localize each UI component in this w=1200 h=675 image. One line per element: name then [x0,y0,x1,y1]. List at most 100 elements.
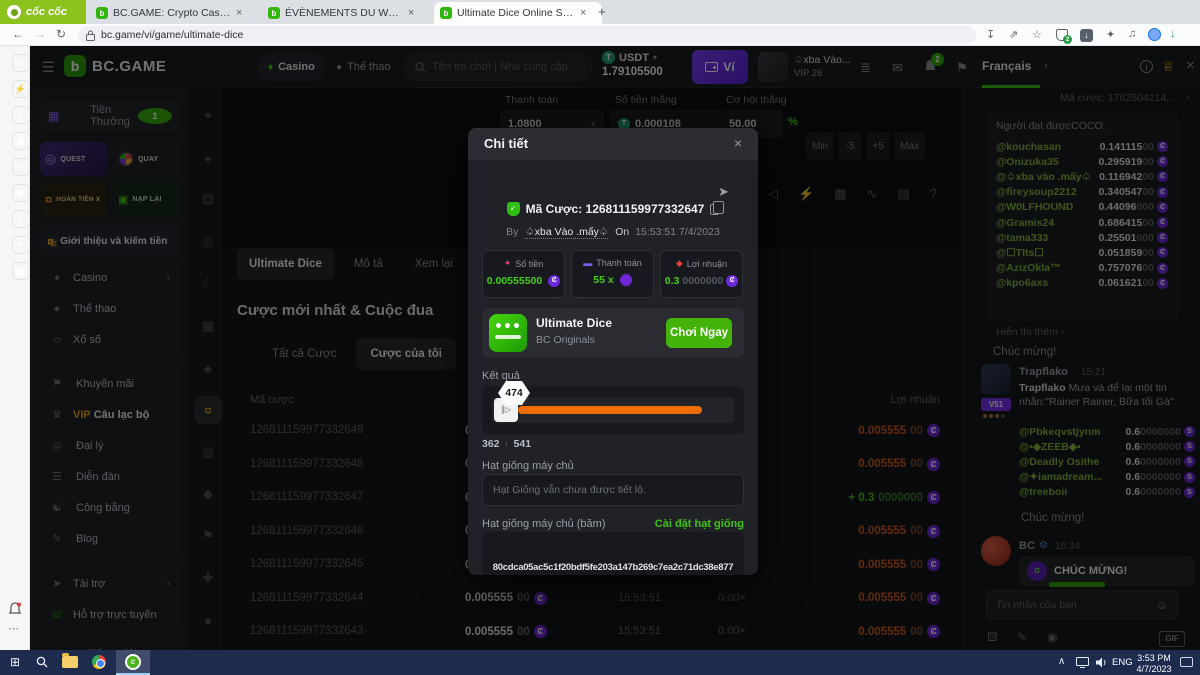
adblock-shield-icon[interactable]: 2 [1056,29,1072,44]
seed-hash-value: 80cdca05ac5c1f20bdf5fe203a147b269c7ea2c7… [492,562,734,573]
tab-close-icon[interactable]: × [236,7,242,19]
rail-shortcut-icon[interactable]: ▤ [11,262,30,280]
more-options-icon[interactable]: ⋯ [8,622,19,635]
bet-username-link[interactable]: ♤xba Vào .mấy♤ [525,226,609,239]
result-box: ∥▷ 474 [482,381,744,434]
modal-close-icon[interactable]: × [734,135,742,151]
chrome-icon[interactable] [92,655,106,669]
seed-settings-link[interactable]: Cài đặt hạt giống [618,518,744,530]
tray-expand-icon[interactable]: ∧ [1058,656,1065,667]
new-tab-button[interactable]: + [598,4,606,19]
bookmark-star-icon[interactable]: ☆ [1032,28,1042,41]
game-card: Ultimate Dice BC Originals Chơi Ngay [482,308,744,358]
bet-by-row: By ♤xba Vào .mấy♤ On 15:53:51 7/4/2023 [506,226,720,239]
bell-icon[interactable] [8,602,22,616]
clock[interactable]: 3:53 PM 4/7/2023 [1130,653,1178,675]
stat-icon: ✦ [503,258,512,268]
share-icon[interactable]: ➤ [718,184,729,200]
action-center-icon[interactable] [1180,657,1193,667]
rail-shortcut-icon[interactable]: f [11,210,30,228]
browser-tab[interactable]: b Ultimate Dice Online Slot - P × [434,2,602,24]
network-icon[interactable] [1076,657,1089,668]
seed-hash-box: 80cdca05ac5c1f20bdf5fe203a147b269c7ea2c7… [482,532,744,575]
adblock-badge: 2 [1063,35,1072,44]
coccoc-side-rail: ↺ ⚡ Z ◉ + ▶ f ✦ ▤ ⋯ [0,46,30,650]
result-slider-track: ∥▷ 474 [492,381,734,423]
lock-icon [86,30,95,41]
stat-card: ▬ Thanh toán 55 x [571,250,654,298]
coccoc-taskbar-icon[interactable]: c [116,650,150,675]
save-page-icon[interactable]: ↧ [986,28,995,41]
coin-icon: Ȼ [548,275,561,287]
tab-title: BC.GAME: Crypto Casino Gam [113,7,231,19]
stat-icon: ▬ [583,258,593,268]
result-label: Kết quả [482,370,520,382]
coccoc-brand-label: cốc cốc [26,6,67,18]
browser-tab[interactable]: b ÉVÈNEMENTS DU WEEK-END × [262,2,430,24]
bet-details-modal: Chi tiết × ➤ ✓ Mã Cược: 1268111599773326… [468,128,758,575]
bet-stats: ✦ Số tiền 0.00555500 Ȼ ▬ Thanh toán 55 x… [482,250,744,298]
ultimate-dice-icon [489,314,527,352]
page-viewport: ☰ b BC.GAME ♦ Casino ● Thể thao T USDT ▾ [30,46,1200,650]
reload-button[interactable]: ↻ [56,27,66,41]
bet-datetime: 15:53:51 7/4/2023 [635,226,720,238]
tab-favicon: b [96,7,108,19]
stat-icon: ◆ [675,258,683,268]
coccoc-menu-button[interactable]: cốc cốc [0,0,86,24]
verified-shield-icon: ✓ [506,202,520,216]
start-button[interactable]: ⊞ [10,655,20,669]
coin-icon [619,274,632,286]
rail-shortcut-icon[interactable]: + [11,158,30,176]
stat-card: ◆ Lợi nhuận 0.3 0000000 Ȼ [660,250,743,298]
browser-tab[interactable]: b BC.GAME: Crypto Casino Gam × [90,2,258,24]
play-now-button[interactable]: Chơi Ngay [666,318,732,348]
coccoc-rail-icons: ↺ ⚡ Z ◉ + ▶ f ✦ ▤ [0,54,30,280]
browser-toolbar: ← → ↻ bc.game/vi/game/ultimate-dice ↧ ⇗ … [0,24,1200,46]
screen: cốc cốc b BC.GAME: Crypto Casino Gam × b… [0,0,1200,675]
server-seed-label: Hạt giống máy chủ [482,460,574,472]
extensions-puzzle-icon[interactable]: ✦ [1106,28,1115,41]
tab-title: ÉVÈNEMENTS DU WEEK-END [285,7,403,19]
forward-button[interactable]: → [34,27,46,41]
url-text: bc.game/vi/game/ultimate-dice [101,29,244,41]
rail-shortcut-icon[interactable]: ✦ [11,236,30,254]
rail-shortcut-icon[interactable]: Z [11,106,30,124]
file-explorer-icon[interactable] [62,653,78,668]
windows-taskbar: ⊞ c ∧ ENG 3:53 PM 4/7/2023 [0,650,1200,675]
back-button[interactable]: ← [12,27,24,41]
tab-favicon: b [440,7,452,19]
tab-favicon: b [268,7,280,19]
copy-icon[interactable] [710,201,725,215]
rail-shortcut-icon[interactable]: ◉ [11,132,30,150]
game-title: Ultimate Dice [536,316,613,330]
stat-card: ✦ Số tiền 0.00555500 Ȼ [482,250,565,298]
tab-close-icon[interactable]: × [408,7,414,19]
game-provider: BC Originals [536,334,595,346]
download-manager-icon[interactable]: ↓ [1080,29,1093,42]
bet-id-row: ✓ Mã Cược: 126811159977332647 [468,201,758,216]
taskbar-search-icon[interactable] [36,656,48,668]
server-seed-input[interactable] [493,484,733,496]
result-range-bar [518,406,702,414]
modal-title: Chi tiết [484,136,529,151]
tab-close-icon[interactable]: × [580,7,586,19]
rail-shortcut-icon[interactable]: ⚡ [11,80,30,98]
result-range-ticks: 362 ↑ 541 [482,438,532,450]
coin-icon: Ȼ [726,275,739,287]
url-bar[interactable]: bc.game/vi/game/ultimate-dice [78,26,976,44]
seed-hash-label: Hạt giống máy chủ (băm) [482,518,606,530]
rail-shortcut-icon[interactable]: ▶ [11,184,30,202]
browser-tabs: b BC.GAME: Crypto Casino Gam × b ÉVÈNEME… [90,0,606,24]
browser-tab-bar: cốc cốc b BC.GAME: Crypto Casino Gam × b… [0,0,1200,24]
volume-icon[interactable] [1096,657,1108,668]
server-seed-field-wrap [482,474,744,506]
media-notes-icon[interactable]: ♫ [1128,28,1136,40]
share-icon[interactable]: ⇗ [1009,28,1018,41]
rail-shortcut-icon[interactable]: ↺ [11,54,30,72]
green-download-icon[interactable]: ↓ [1170,28,1176,40]
tab-title: Ultimate Dice Online Slot - P [457,7,575,19]
arrow-up-icon: ↑ [504,439,509,449]
bet-id-label: Mã Cược: 126811159977332647 [525,202,705,216]
profile-avatar[interactable] [1148,28,1161,41]
coccoc-logo-icon [7,5,21,19]
